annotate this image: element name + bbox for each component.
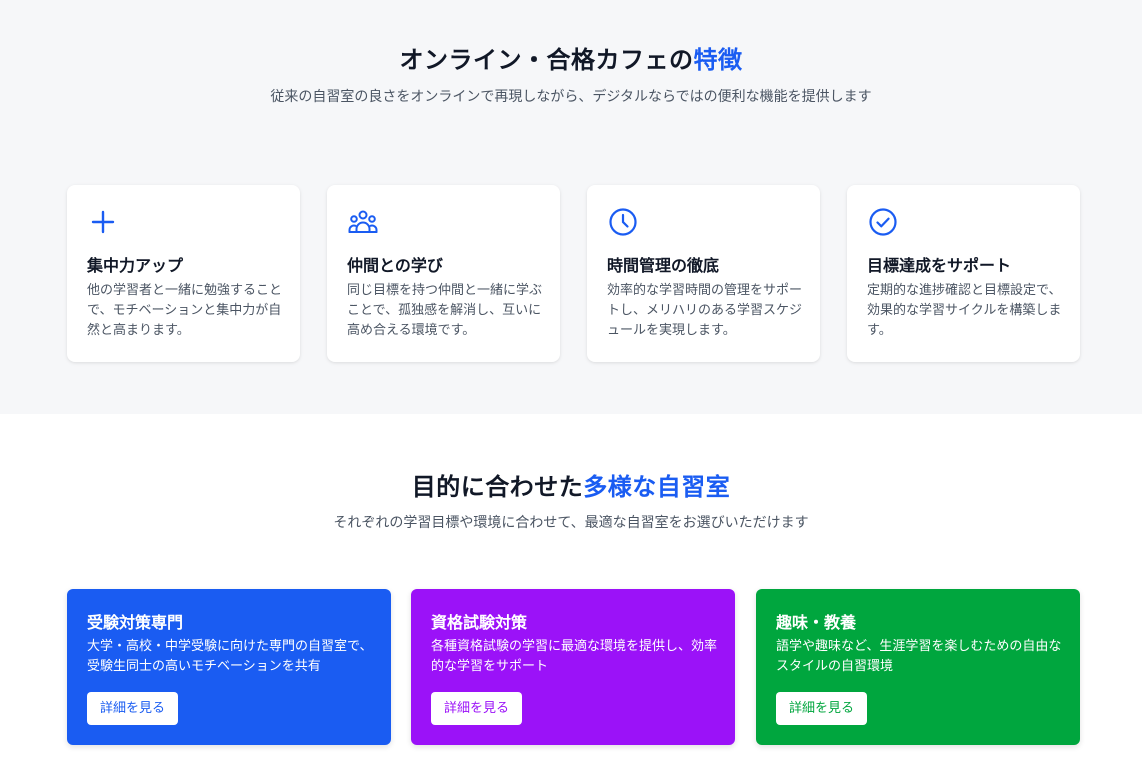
clock-icon xyxy=(607,206,639,238)
features-subtitle: 従来の自習室の良さをオンラインで再現しながら、デジタルならではの便利な機能を提供… xyxy=(270,89,872,105)
feature-desc: 定期的な進捗確認と目標設定で、効果的な学習サイクルを構築します。 xyxy=(867,283,1062,338)
users-icon xyxy=(347,206,379,238)
feature-desc: 効率的な学習時間の管理をサポートし、メリハリのある学習スケジュールを実現します。 xyxy=(607,283,803,338)
rooms-title-accent: 多様な自習室 xyxy=(583,473,731,501)
details-button[interactable]: 詳細を見る xyxy=(431,692,523,725)
feature-title: 時間管理の徹底 xyxy=(607,256,720,275)
room-title: 受験対策専門 xyxy=(87,613,184,632)
feature-desc: 他の学習者と一緒に勉強することで、モチベーションと集中力が自然と高まります。 xyxy=(87,283,283,338)
rooms-subtitle: それぞれの学習目標や環境に合わせて、最適な自習室をお選びいただけます xyxy=(333,515,809,531)
room-title: 資格試験対策 xyxy=(431,613,528,632)
features-title-accent: 特徴 xyxy=(693,46,743,74)
details-button[interactable]: 詳細を見る xyxy=(87,692,179,725)
features-title: オンライン・合格カフェの特徴 xyxy=(0,40,1142,75)
feature-title: 集中力アップ xyxy=(87,256,184,275)
features-section: オンライン・合格カフェの特徴 従来の自習室の良さをオンラインで再現しながら、デジ… xyxy=(0,0,1142,414)
features-title-main: オンライン・合格カフェの xyxy=(399,46,694,74)
details-button[interactable]: 詳細を見る xyxy=(776,692,868,725)
room-desc: 各種資格試験の学習に最適な環境を提供し、効率的な学習をサポート xyxy=(431,639,718,674)
feature-title: 目標達成をサポート xyxy=(867,256,1012,275)
room-card-hobby: 趣味・教養 語学や趣味など、生涯学習を楽しむための自由なスタイルの自習環境 詳細… xyxy=(756,589,1080,745)
room-card-certification: 資格試験対策 各種資格試験の学習に最適な環境を提供し、効率的な学習をサポート 詳… xyxy=(411,589,735,745)
room-desc: 大学・高校・中学受験に向けた専門の自習室で、受験生同士の高いモチベーションを共有 xyxy=(87,639,373,674)
plus-icon xyxy=(87,206,119,238)
rooms-title-main: 目的に合わせた xyxy=(411,473,584,501)
feature-card-goal: 目標達成をサポート 定期的な進捗確認と目標設定で、効果的な学習サイクルを構築しま… xyxy=(847,185,1080,362)
feature-card-peers: 仲間との学び 同じ目標を持つ仲間と一緒に学ぶことで、孤独感を解消し、互いに高め合… xyxy=(327,185,560,362)
feature-title: 仲間との学び xyxy=(347,256,443,275)
check-circle-icon xyxy=(867,206,899,238)
room-card-exam: 受験対策専門 大学・高校・中学受験に向けた専門の自習室で、受験生同士の高いモチベ… xyxy=(67,589,391,745)
feature-card-time: 時間管理の徹底 効率的な学習時間の管理をサポートし、メリハリのある学習スケジュー… xyxy=(587,185,820,362)
room-desc: 語学や趣味など、生涯学習を楽しむための自由なスタイルの自習環境 xyxy=(776,639,1062,674)
room-title: 趣味・教養 xyxy=(776,613,857,632)
rooms-title: 目的に合わせた多様な自習室 xyxy=(0,467,1142,502)
feature-card-focus: 集中力アップ 他の学習者と一緒に勉強することで、モチベーションと集中力が自然と高… xyxy=(67,185,300,362)
feature-desc: 同じ目標を持つ仲間と一緒に学ぶことで、孤独感を解消し、互いに高め合える環境です。 xyxy=(347,283,543,338)
